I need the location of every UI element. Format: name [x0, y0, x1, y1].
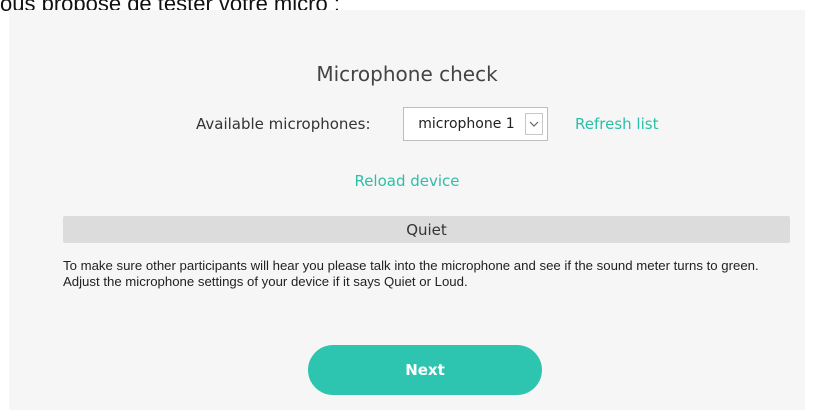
sound-meter-status: Quiet	[406, 220, 447, 239]
microphone-check-panel: Microphone check Available microphones: …	[9, 10, 805, 410]
microphone-select-value: microphone 1	[418, 116, 515, 132]
reload-device-label: Reload device	[354, 172, 460, 190]
refresh-list-link[interactable]: Refresh list	[575, 115, 658, 133]
next-button[interactable]: Next	[308, 345, 542, 395]
page: ous propose de tester votre micro : Micr…	[0, 0, 814, 418]
microphone-select-row: Available microphones: microphone 1 Refr…	[9, 107, 805, 143]
instructions-text: To make sure other participants will hea…	[63, 258, 759, 289]
available-microphones-label: Available microphones:	[196, 115, 371, 133]
chevron-down-icon	[525, 113, 543, 135]
reload-device-link[interactable]: Reload device	[9, 172, 805, 190]
sound-meter: Quiet	[63, 216, 790, 243]
microphone-select[interactable]: microphone 1	[403, 107, 548, 141]
page-title: Microphone check	[316, 62, 498, 86]
